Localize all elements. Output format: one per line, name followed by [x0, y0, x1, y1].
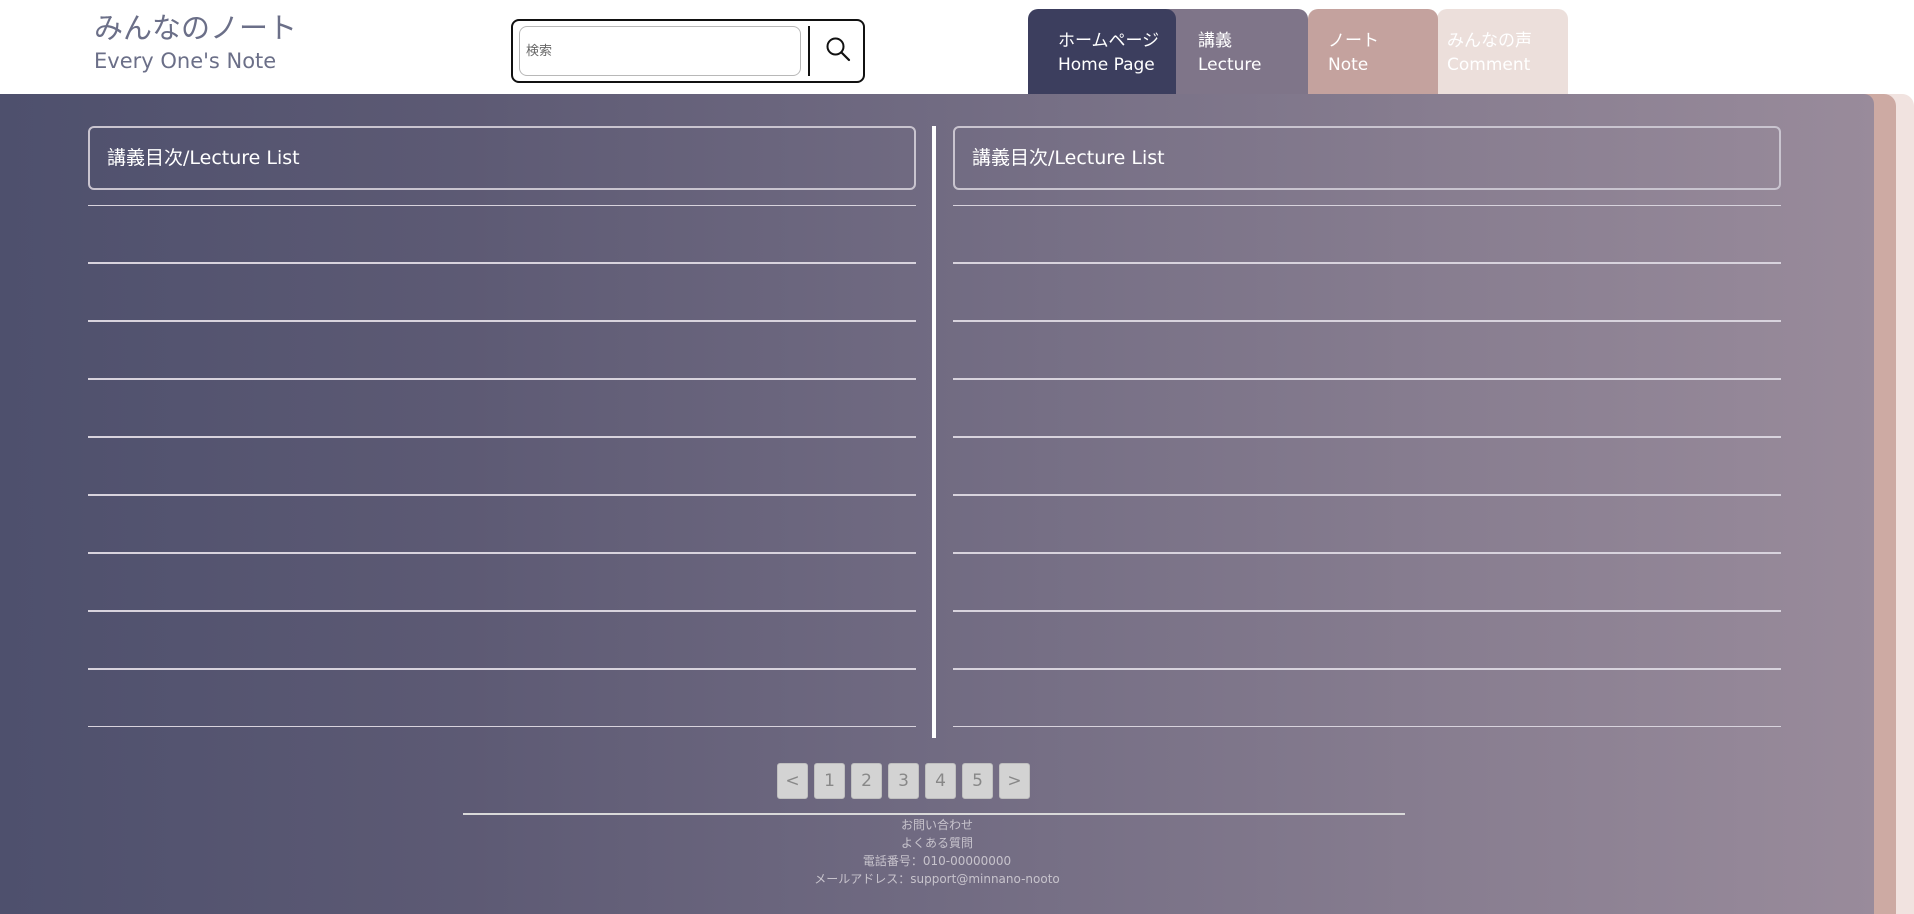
- tab-home-label-en: Home Page: [1058, 55, 1155, 75]
- lecture-rows: [88, 205, 916, 727]
- prev-page-button[interactable]: <: [777, 763, 808, 799]
- tab-note[interactable]: ノート Note: [1308, 9, 1438, 94]
- search-divider: [808, 26, 810, 76]
- lecture-row[interactable]: [88, 669, 916, 727]
- lecture-row[interactable]: [88, 495, 916, 553]
- column-divider: [932, 126, 936, 738]
- lecture-list-left: 講義目次/Lecture List: [88, 126, 916, 727]
- lecture-row[interactable]: [953, 437, 1781, 495]
- site-header: みんなのノート Every One's Note みんなの声 Comment ノ…: [0, 0, 1914, 94]
- tab-lecture-label-jp: 講義: [1198, 31, 1232, 51]
- lecture-row[interactable]: [953, 669, 1781, 727]
- tab-comment[interactable]: みんなの声 Comment: [1437, 9, 1568, 94]
- footer-phone: 電話番号：010-00000000: [862, 854, 1012, 868]
- lecture-row[interactable]: [953, 379, 1781, 437]
- lecture-row[interactable]: [953, 495, 1781, 553]
- contact-link[interactable]: お問い合わせ: [901, 818, 973, 832]
- lecture-list-right: 講義目次/Lecture List: [953, 126, 1781, 727]
- footer-email: メールアドレス：support@minnano-nooto: [814, 872, 1060, 886]
- search-input[interactable]: [519, 26, 801, 76]
- search-bar: [511, 19, 865, 83]
- tab-home-label-jp: ホームページ: [1058, 31, 1160, 51]
- site-footer: お問い合わせ よくある質問 電話番号：010-00000000 メールアドレス：…: [0, 816, 1874, 888]
- logo-title-jp: みんなのノート: [94, 11, 298, 45]
- search-button[interactable]: [813, 25, 863, 77]
- lecture-row[interactable]: [953, 263, 1781, 321]
- tab-note-label-jp: ノート: [1328, 31, 1379, 51]
- next-page-button[interactable]: >: [999, 763, 1030, 799]
- page-button-2[interactable]: 2: [851, 763, 882, 799]
- lecture-row[interactable]: [953, 321, 1781, 379]
- lecture-list-title: 講義目次/Lecture List: [953, 126, 1781, 190]
- lecture-rows: [953, 205, 1781, 727]
- lecture-row[interactable]: [953, 553, 1781, 611]
- tab-comment-label-en: Comment: [1447, 55, 1531, 75]
- lecture-row[interactable]: [88, 611, 916, 669]
- faq-link[interactable]: よくある質問: [901, 836, 973, 850]
- lecture-row[interactable]: [88, 379, 916, 437]
- tab-comment-label-jp: みんなの声: [1447, 31, 1532, 51]
- page-button-1[interactable]: 1: [814, 763, 845, 799]
- footer-divider: [463, 813, 1405, 815]
- page-button-4[interactable]: 4: [925, 763, 956, 799]
- lecture-row[interactable]: [88, 205, 916, 263]
- tab-lecture[interactable]: 講義 Lecture: [1158, 9, 1308, 94]
- page-button-5[interactable]: 5: [962, 763, 993, 799]
- pagination: < 1 2 3 4 5 >: [777, 763, 1030, 799]
- logo-title-en: Every One's Note: [94, 49, 277, 73]
- lecture-row[interactable]: [953, 611, 1781, 669]
- tab-note-label-en: Note: [1328, 55, 1369, 75]
- tab-lecture-label-en: Lecture: [1198, 55, 1262, 75]
- lecture-row[interactable]: [88, 321, 916, 379]
- search-icon: [825, 36, 851, 66]
- lecture-list-title: 講義目次/Lecture List: [88, 126, 916, 190]
- lecture-row[interactable]: [88, 263, 916, 321]
- tab-home[interactable]: ホームページ Home Page: [1028, 9, 1176, 94]
- lecture-row[interactable]: [88, 437, 916, 495]
- lecture-row[interactable]: [88, 553, 916, 611]
- main-panel: 講義目次/Lecture List 講義目次/Lecture List < 1 …: [0, 94, 1874, 914]
- site-logo[interactable]: みんなのノート Every One's Note: [94, 8, 297, 74]
- lecture-row[interactable]: [953, 205, 1781, 263]
- page-button-3[interactable]: 3: [888, 763, 919, 799]
